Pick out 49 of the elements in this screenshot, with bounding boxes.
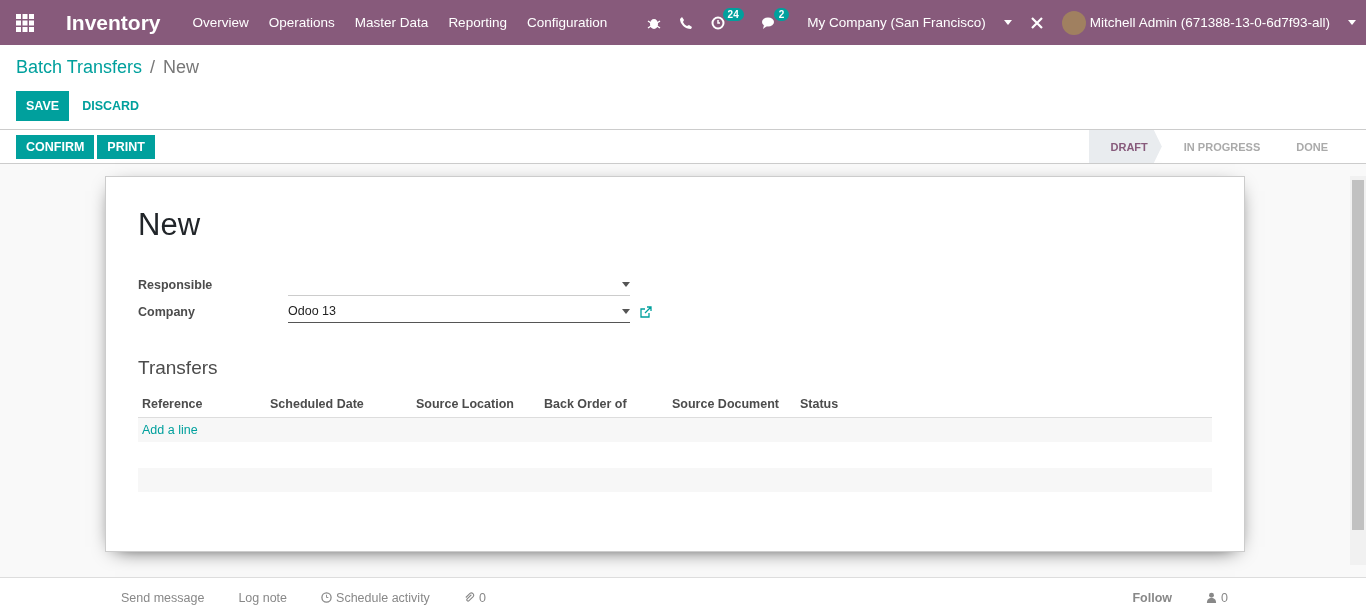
breadcrumb-link[interactable]: Batch Transfers — [16, 57, 143, 79]
column-header[interactable]: Source Location — [412, 397, 540, 411]
menu-item[interactable]: Overview — [182, 15, 259, 30]
clock-icon[interactable] — [710, 15, 725, 30]
caret-icon — [1003, 20, 1012, 25]
action-button[interactable]: CONFIRM — [16, 134, 95, 159]
chat-bubbles-icon[interactable] — [761, 15, 776, 30]
breadcrumb-current: New — [163, 57, 200, 79]
person-icon — [1206, 592, 1218, 603]
user-menu[interactable]: Mitchell Admin (671388-13-0-6d7f93-all) — [1089, 15, 1330, 30]
follow-button[interactable]: Follow — [1132, 590, 1173, 605]
menu-item[interactable]: Reporting — [438, 15, 517, 30]
attachment-count[interactable]: 0 — [478, 590, 486, 605]
apps-grid-icon[interactable] — [16, 13, 34, 32]
menu-item[interactable]: Master Data — [344, 15, 439, 30]
menu-item[interactable]: Operations — [258, 15, 345, 30]
app-title: Inventory — [66, 10, 161, 35]
field-label: Company — [138, 304, 196, 319]
scrollbar[interactable] — [1350, 176, 1366, 565]
schedule-activity-button[interactable]: Schedule activity — [336, 590, 430, 605]
activity-count-badge: 24 — [722, 7, 744, 21]
paperclip-icon — [463, 592, 475, 603]
menu-item[interactable]: Configuration — [516, 15, 618, 30]
message-count-badge: 2 — [773, 7, 790, 21]
caret-icon — [622, 281, 630, 287]
save-button[interactable]: SAVE — [16, 91, 70, 121]
column-header[interactable]: Source Document — [668, 397, 796, 411]
phone-icon[interactable] — [678, 15, 693, 30]
column-header[interactable]: Scheduled Date — [266, 397, 412, 411]
breadcrumb-separator: / — [150, 57, 156, 79]
column-header[interactable]: Status — [796, 397, 924, 411]
caret-icon — [622, 308, 630, 314]
follower-count[interactable]: 0 — [1221, 590, 1228, 605]
log-note-button[interactable]: Log note — [238, 590, 288, 605]
clock-icon — [321, 592, 333, 603]
section-title: Transfers — [138, 357, 219, 379]
caret-icon — [1348, 20, 1356, 25]
column-header[interactable]: Reference — [138, 397, 266, 411]
send-message-button[interactable]: Send message — [121, 590, 205, 605]
select-field[interactable]: Odoo 13 — [288, 300, 630, 323]
external-link-icon[interactable] — [640, 305, 652, 318]
discard-button[interactable]: DISCARD — [69, 91, 153, 121]
field-label: Responsible — [138, 277, 214, 292]
record-title: New — [138, 207, 201, 243]
status-stage[interactable]: DRAFT — [1088, 130, 1162, 163]
company-switcher[interactable]: My Company (San Francisco) — [807, 15, 986, 30]
add-line-link[interactable]: Add a line — [142, 423, 198, 437]
column-header[interactable]: Back Order of — [540, 397, 668, 411]
action-button[interactable]: PRINT — [97, 134, 155, 159]
